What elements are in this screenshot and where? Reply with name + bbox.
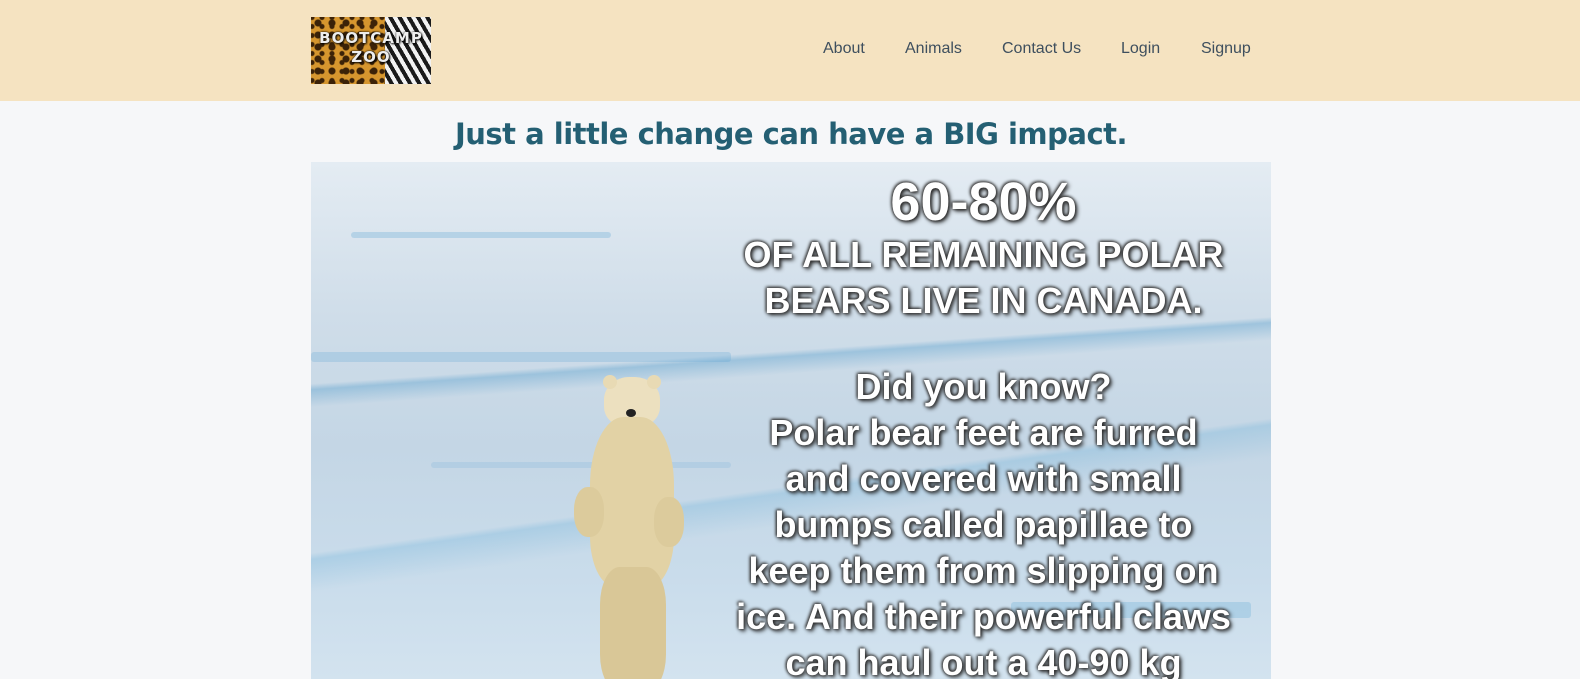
nav-link-contact-us[interactable]: Contact Us <box>1002 40 1081 58</box>
nav-link-login[interactable]: Login <box>1121 40 1160 58</box>
stat-line: OF ALL REMAINING POLAR <box>743 234 1224 275</box>
navbar: BOOTCAMP ZOO About Animals Contact Us Lo… <box>0 0 1580 101</box>
stat-line: BEARS LIVE IN CANADA. <box>764 280 1203 321</box>
fact-line: bumps called papillae to <box>774 504 1193 545</box>
fact-line: keep them from slipping on <box>748 550 1219 591</box>
ice-streak <box>351 232 611 238</box>
polar-bear-image <box>566 375 696 679</box>
logo-line-1: BOOTCAMP <box>319 29 423 47</box>
logo-line-2: ZOO <box>351 48 391 66</box>
bear-paw <box>654 497 684 547</box>
bootcamp-zoo-logo[interactable]: BOOTCAMP ZOO <box>311 17 431 84</box>
nav-link-signup[interactable]: Signup <box>1201 40 1251 58</box>
bear-paw <box>574 487 604 537</box>
fact-line: can haul out a 40-90 kg <box>785 642 1182 679</box>
ice-streak <box>311 352 731 362</box>
fact-line: Polar bear feet are furred <box>769 412 1198 453</box>
nav-link-animals[interactable]: Animals <box>905 40 962 58</box>
fact-heading: Did you know? <box>855 366 1112 407</box>
nav-link-about[interactable]: About <box>823 40 865 58</box>
bear-ear <box>603 375 617 389</box>
page-headline: Just a little change can have a BIG impa… <box>454 117 1128 151</box>
logo-text: BOOTCAMP ZOO <box>311 29 431 67</box>
polar-bear-banner: 60-80% OF ALL REMAINING POLAR BEARS LIVE… <box>311 162 1271 679</box>
fact-line: ice. And their powerful claws <box>736 596 1231 637</box>
bear-ear <box>647 375 661 389</box>
fact-line: and covered with small <box>785 458 1182 499</box>
bear-legs <box>600 567 666 679</box>
bear-nose <box>626 409 636 417</box>
stat-percentage: 60-80% <box>890 172 1077 232</box>
polar-bear-facts: 60-80% OF ALL REMAINING POLAR BEARS LIVE… <box>711 172 1256 679</box>
